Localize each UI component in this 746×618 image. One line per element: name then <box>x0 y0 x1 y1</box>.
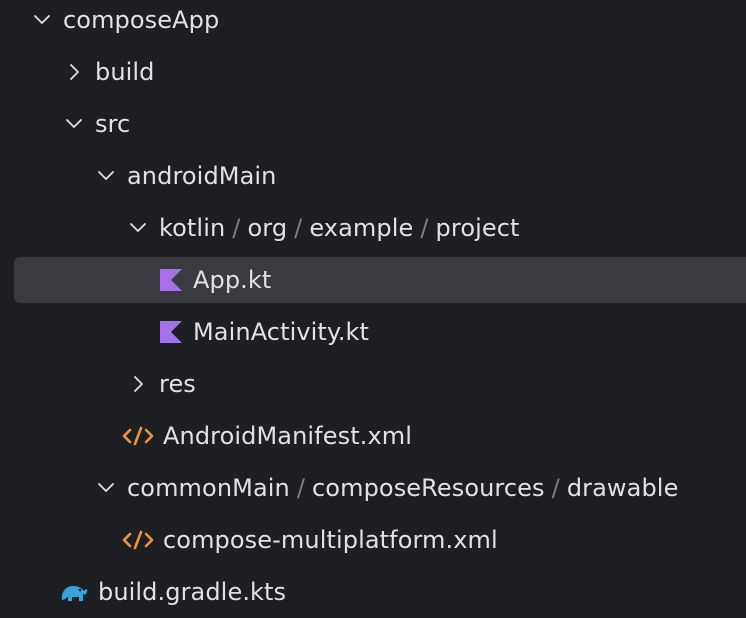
compacted-package-path: kotlin / org / example / project <box>159 214 520 242</box>
path-segment-kotlin: kotlin <box>159 214 226 242</box>
tree-node-label: build.gradle.kts <box>98 578 287 606</box>
tree-node-composeapp[interactable]: composeApp <box>0 0 746 46</box>
xml-file-icon <box>121 526 155 554</box>
tree-node-mainactivity-kt[interactable]: MainActivity.kt <box>0 306 746 358</box>
tree-node-label: src <box>95 110 131 138</box>
tree-node-label: build <box>95 58 155 86</box>
kotlin-file-icon <box>157 318 185 346</box>
tree-node-label: MainActivity.kt <box>193 318 370 346</box>
tree-node-label: androidMain <box>127 162 277 190</box>
path-segment-org: org <box>247 214 288 242</box>
tree-node-label: res <box>159 370 196 398</box>
tree-node-build-gradle-kts[interactable]: build.gradle.kts <box>0 566 746 618</box>
tree-node-app-kt[interactable]: App.kt <box>0 254 746 306</box>
tree-node-label: AndroidManifest.xml <box>163 422 412 450</box>
tree-node-label: App.kt <box>193 266 272 294</box>
chevron-down-icon[interactable] <box>95 165 117 187</box>
tree-node-androidmanifest-xml[interactable]: AndroidManifest.xml <box>0 410 746 462</box>
path-separator: / <box>296 474 306 502</box>
path-separator: / <box>420 214 429 242</box>
path-separator: / <box>294 214 303 242</box>
chevron-down-icon[interactable] <box>95 477 117 499</box>
chevron-down-icon[interactable] <box>31 9 53 31</box>
path-segment-project: project <box>435 214 520 242</box>
tree-node-compose-multiplatform-xml[interactable]: compose-multiplatform.xml <box>0 514 746 566</box>
chevron-right-icon[interactable] <box>63 61 85 83</box>
path-separator: / <box>232 214 241 242</box>
path-segment-composeresources: composeResources <box>312 474 545 502</box>
tree-node-build[interactable]: build <box>0 46 746 98</box>
compacted-folder-path: commonMain / composeResources / drawable <box>127 474 678 502</box>
tree-node-commonmain[interactable]: commonMain / composeResources / drawable <box>0 462 746 514</box>
path-separator: / <box>551 474 560 502</box>
path-segment-drawable: drawable <box>566 474 679 502</box>
chevron-down-icon[interactable] <box>127 217 149 239</box>
kotlin-file-icon <box>157 266 185 294</box>
gradle-elephant-icon <box>58 578 90 606</box>
path-segment-commonmain: commonMain <box>127 474 290 502</box>
tree-node-src[interactable]: src <box>0 98 746 150</box>
tree-node-label: composeApp <box>63 6 220 34</box>
chevron-right-icon[interactable] <box>127 373 149 395</box>
tree-node-kotlin-package[interactable]: kotlin / org / example / project <box>0 202 746 254</box>
tree-node-res[interactable]: res <box>0 358 746 410</box>
chevron-down-icon[interactable] <box>63 113 85 135</box>
tree-node-label: compose-multiplatform.xml <box>163 526 498 554</box>
project-tree: composeApp build src androidMain kotlin … <box>0 0 746 616</box>
path-segment-example: example <box>309 214 414 242</box>
xml-file-icon <box>121 422 155 450</box>
tree-node-androidmain[interactable]: androidMain <box>0 150 746 202</box>
